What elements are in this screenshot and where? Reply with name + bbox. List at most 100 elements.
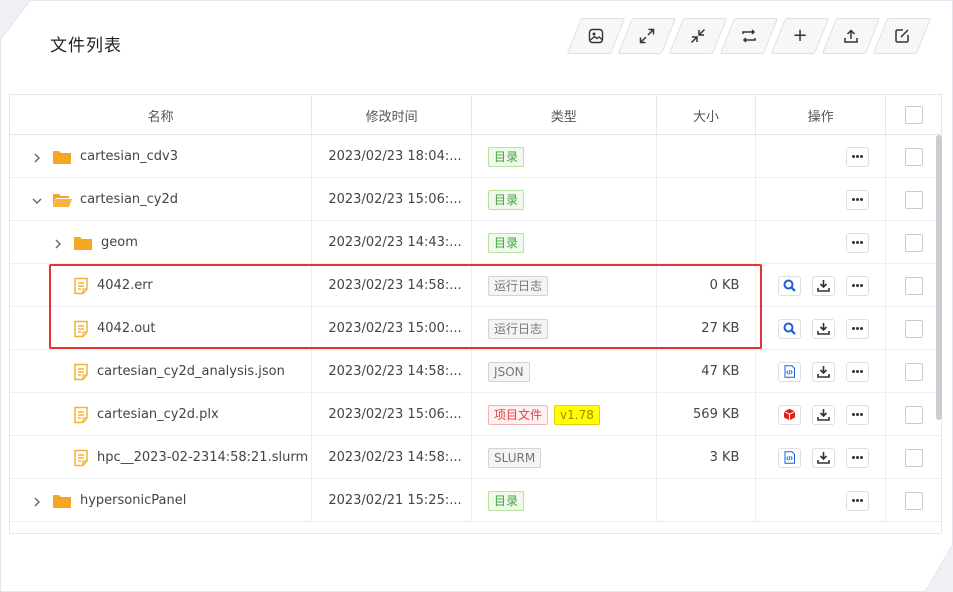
- table-body: cartesian_cdv3 2023/02/23 18:04:... 目录 cart…: [10, 135, 941, 522]
- code-button[interactable]: [778, 361, 802, 382]
- table-row[interactable]: 4042.out 2023/02/23 15:00:... 运行日志 27 KB: [10, 307, 941, 350]
- file-name[interactable]: 4042.err: [97, 278, 153, 293]
- header-name[interactable]: 名称: [10, 95, 313, 135]
- more-button[interactable]: [846, 361, 870, 382]
- type-tag: JSON: [488, 361, 530, 382]
- download-button[interactable]: [812, 447, 836, 468]
- type-tag: 运行日志: [488, 275, 549, 296]
- file-size: [657, 178, 757, 221]
- file-name[interactable]: geom: [101, 235, 138, 250]
- file-name[interactable]: hypersonicPanel: [80, 493, 186, 508]
- actions-cell: [756, 307, 887, 350]
- table-row[interactable]: hpc__2023-02-2314:58:21.slurm 2023/02/23 …: [10, 436, 941, 479]
- code-file-icon: [784, 451, 796, 464]
- collapse-button[interactable]: [676, 18, 720, 54]
- more-button[interactable]: [846, 447, 870, 468]
- file-name[interactable]: cartesian_cy2d: [80, 192, 178, 207]
- more-button[interactable]: [846, 404, 870, 425]
- file-size: [657, 135, 757, 178]
- type-cell: 目录: [472, 135, 657, 178]
- select-cell: [886, 393, 941, 436]
- more-button[interactable]: [846, 490, 870, 511]
- chevron-right-icon: [34, 497, 40, 506]
- expand-toggle[interactable]: [53, 238, 63, 248]
- download-button[interactable]: [812, 404, 836, 425]
- row-checkbox[interactable]: [904, 276, 923, 295]
- more-button[interactable]: [846, 275, 870, 296]
- add-button[interactable]: +: [778, 18, 822, 54]
- header-size[interactable]: 大小: [657, 95, 757, 135]
- search-button[interactable]: [778, 318, 802, 339]
- more-button[interactable]: [846, 189, 870, 210]
- header-actions: 操作: [756, 95, 887, 135]
- download-button[interactable]: [812, 275, 836, 296]
- chevron-right-icon: [55, 239, 61, 248]
- row-checkbox[interactable]: [904, 491, 923, 510]
- row-checkbox[interactable]: [904, 319, 923, 338]
- more-button[interactable]: [846, 232, 870, 253]
- file-text-icon: [74, 363, 88, 380]
- expand-button[interactable]: [625, 18, 669, 54]
- upload-icon: [844, 29, 858, 43]
- folder-icon: [53, 150, 71, 164]
- edit-button[interactable]: [880, 18, 924, 54]
- more-icon: [852, 198, 864, 201]
- file-name[interactable]: cartesian_cdv3: [80, 149, 178, 164]
- select-all-checkbox[interactable]: [904, 106, 923, 124]
- search-icon: [783, 279, 796, 292]
- table-row[interactable]: cartesian_cy2d_analysis.json 2023/02/23 1…: [10, 350, 941, 393]
- code-button[interactable]: [778, 447, 802, 468]
- modified-time: 2023/02/23 14:43:...: [312, 221, 473, 264]
- file-name[interactable]: hpc__2023-02-2314:58:21.slurm: [97, 450, 308, 465]
- image-button[interactable]: [574, 18, 618, 54]
- file-name[interactable]: cartesian_cy2d_analysis.json: [97, 364, 285, 379]
- expand-toggle[interactable]: [32, 496, 42, 506]
- file-text-icon: [74, 320, 88, 337]
- file-name[interactable]: cartesian_cy2d.plx: [97, 407, 219, 422]
- header-modified-time[interactable]: 修改时间: [312, 95, 472, 135]
- header-type[interactable]: 类型: [472, 95, 657, 135]
- expand-toggle[interactable]: [32, 152, 42, 162]
- row-checkbox[interactable]: [904, 233, 923, 252]
- select-cell: [886, 178, 941, 221]
- refresh-button[interactable]: [727, 18, 771, 54]
- table-row[interactable]: cartesian_cdv3 2023/02/23 18:04:... 目录: [10, 135, 941, 178]
- modified-time: 2023/02/23 14:58:...: [312, 350, 473, 393]
- folder-icon: [74, 236, 92, 250]
- name-cell: hypersonicPanel: [10, 479, 313, 522]
- table-row[interactable]: cartesian_cy2d 2023/02/23 15:06:... 目录: [10, 178, 941, 221]
- file-table: 名称 修改时间 类型 大小 操作 cartesian_cdv3 2023/02/2…: [9, 94, 942, 534]
- select-cell: [886, 264, 941, 307]
- more-icon: [852, 327, 864, 330]
- file-size: [657, 221, 757, 264]
- file-size: [657, 479, 757, 522]
- select-cell: [886, 135, 941, 178]
- type-tag: v1.78: [554, 404, 600, 425]
- cube-button[interactable]: [778, 404, 802, 425]
- download-button[interactable]: [812, 361, 836, 382]
- file-size: 3 KB: [657, 436, 757, 479]
- download-button[interactable]: [812, 318, 836, 339]
- search-button[interactable]: [778, 275, 802, 296]
- download-icon: [817, 452, 830, 464]
- more-button[interactable]: [846, 146, 870, 167]
- table-row[interactable]: hypersonicPanel 2023/02/21 15:25:... 目录: [10, 479, 941, 522]
- row-checkbox[interactable]: [904, 362, 923, 381]
- row-checkbox[interactable]: [904, 190, 923, 209]
- scrollbar[interactable]: [936, 135, 942, 420]
- select-cell: [886, 307, 941, 350]
- file-name[interactable]: 4042.out: [97, 321, 156, 336]
- row-checkbox[interactable]: [904, 405, 923, 424]
- collapse-toggle[interactable]: [32, 195, 42, 205]
- more-icon: [852, 241, 864, 244]
- row-checkbox[interactable]: [904, 147, 923, 166]
- row-checkbox[interactable]: [904, 448, 923, 467]
- file-size: 0 KB: [657, 264, 757, 307]
- table-row[interactable]: cartesian_cy2d.plx 2023/02/23 15:06:... 项目…: [10, 393, 941, 436]
- file-text-icon: [74, 449, 88, 466]
- type-tag: 目录: [487, 490, 524, 511]
- more-button[interactable]: [846, 318, 870, 339]
- table-row[interactable]: 4042.err 2023/02/23 14:58:... 运行日志 0 KB: [10, 264, 941, 307]
- upload-button[interactable]: [829, 18, 873, 54]
- table-row[interactable]: geom 2023/02/23 14:43:... 目录: [10, 221, 941, 264]
